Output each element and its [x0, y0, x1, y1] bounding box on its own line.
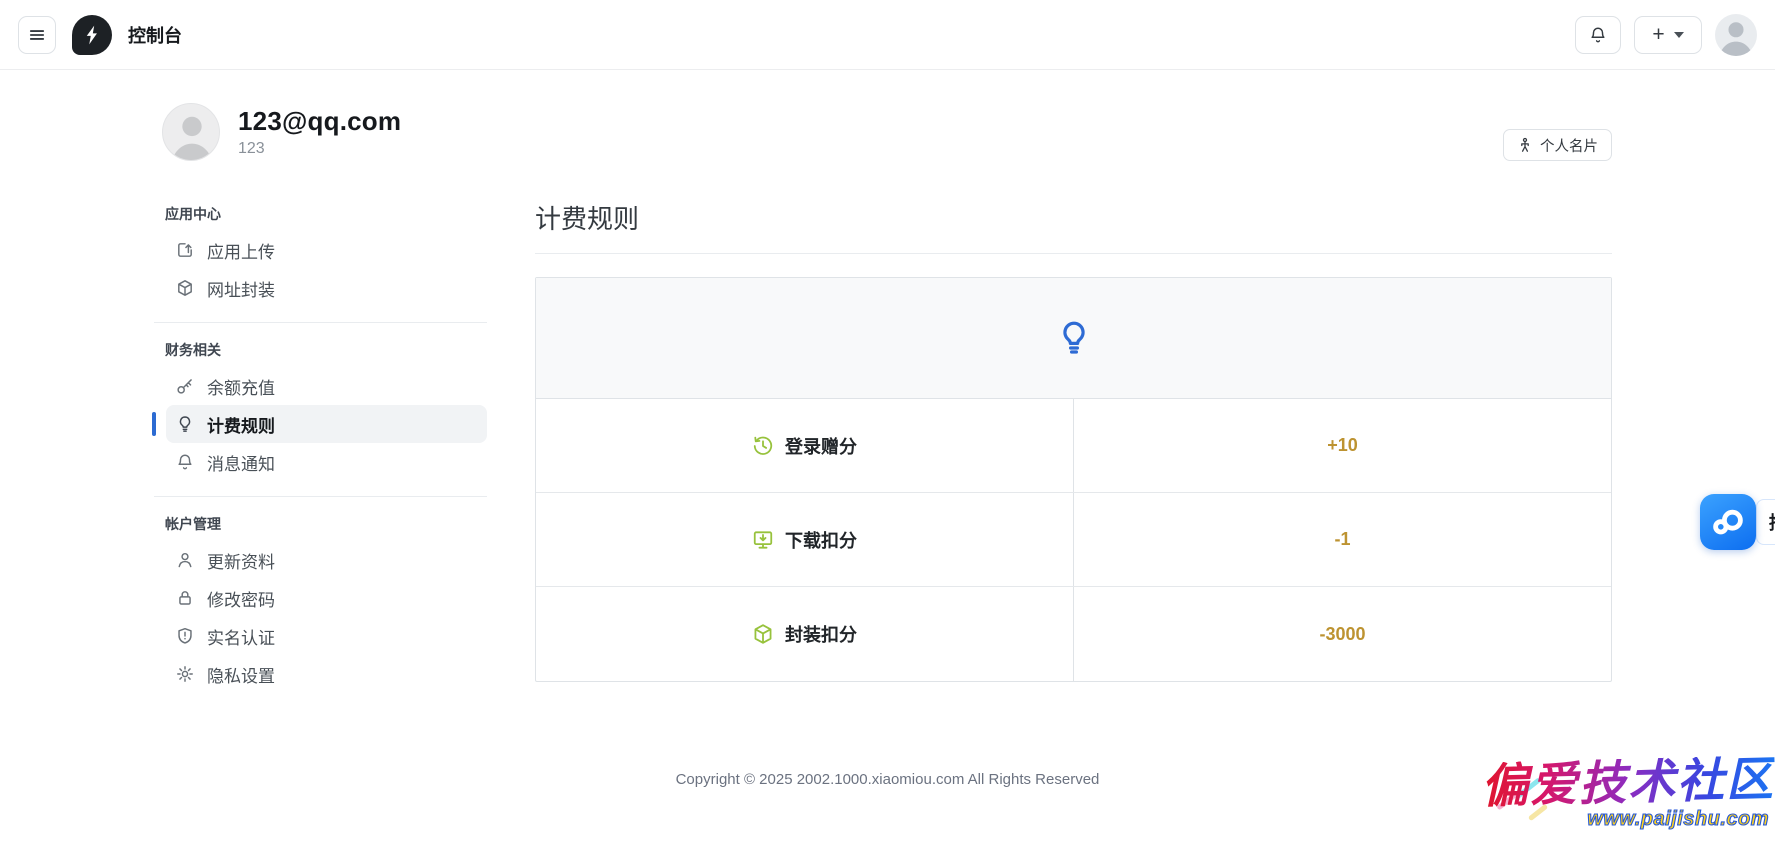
menu-toggle-button[interactable] [18, 16, 56, 54]
main-panel: 计费规则 登录赠分 +10 [535, 204, 1612, 693]
section-title-account: 帐户管理 [165, 514, 487, 534]
rule-label: 登录赠分 [785, 433, 857, 459]
sidebar-item-label: 计费规则 [207, 412, 275, 437]
person-icon [176, 551, 194, 569]
billing-rules-table: 登录赠分 +10 下载扣分 -1 封装扣分 [535, 277, 1612, 682]
sidebar-item-label: 消息通知 [207, 450, 275, 475]
add-button[interactable]: + [1634, 16, 1702, 54]
profile-avatar [162, 103, 220, 161]
sidebar-item-update-profile[interactable]: 更新资料 [166, 541, 487, 579]
bell-icon [176, 453, 194, 471]
console-title: 控制台 [128, 22, 182, 48]
key-icon [176, 377, 194, 395]
personal-card-label: 个人名片 [1540, 135, 1598, 156]
shield-exclamation-icon [176, 627, 194, 645]
sidebar-item-label: 应用上传 [207, 238, 275, 263]
upload-icon [176, 241, 194, 259]
streak-decoration [1528, 804, 1548, 821]
sidebar-item-label: 余额充值 [207, 374, 275, 399]
sidebar-item-balance-recharge[interactable]: 余额充值 [166, 367, 487, 405]
sidebar-divider [154, 496, 487, 497]
title-divider [535, 253, 1612, 254]
profile-header: 123@qq.com 123 个人名片 [162, 103, 1612, 161]
sidebar: 应用中心 应用上传 网址封装 财务相关 余额充值 [154, 204, 487, 693]
sidebar-item-label: 更新资料 [207, 548, 275, 573]
plus-icon: + [1652, 23, 1664, 47]
sidebar-divider [154, 322, 487, 323]
rule-label: 封装扣分 [785, 621, 857, 647]
bell-icon [1589, 26, 1607, 44]
notifications-button[interactable] [1575, 16, 1621, 54]
netdisk-cloud-icon[interactable] [1700, 494, 1756, 550]
sidebar-item-label: 实名认证 [207, 624, 275, 649]
sidebar-item-label: 隐私设置 [207, 662, 275, 687]
cube-icon [176, 279, 194, 297]
section-title-finance: 财务相关 [165, 340, 487, 360]
copyright-footer: Copyright © 2025 2002.1000.xiaomiou.com … [0, 771, 1775, 788]
sidebar-item-app-upload[interactable]: 应用上传 [166, 231, 487, 269]
table-row: 下载扣分 -1 [536, 493, 1611, 587]
watermark-url: www.paijishu.com [1587, 808, 1769, 831]
sidebar-item-real-name-verification[interactable]: 实名认证 [166, 617, 487, 655]
streak-decoration [1496, 791, 1520, 811]
app-logo [72, 15, 112, 55]
topbar-avatar[interactable] [1715, 14, 1757, 56]
page-title: 计费规则 [535, 199, 1612, 236]
profile-email: 123@qq.com [238, 106, 401, 137]
rule-value: -3000 [1074, 587, 1611, 681]
sidebar-item-label: 修改密码 [207, 586, 275, 611]
table-row: 封装扣分 -3000 [536, 587, 1611, 681]
clock-history-icon [752, 435, 774, 457]
sidebar-item-notifications[interactable]: 消息通知 [166, 443, 487, 481]
sidebar-item-label: 网址封装 [207, 276, 275, 301]
netdisk-panel-partial[interactable]: 拖拽 [1756, 499, 1775, 545]
lightbulb-icon [176, 415, 194, 433]
sidebar-item-change-password[interactable]: 修改密码 [166, 579, 487, 617]
sidebar-item-privacy-settings[interactable]: 隐私设置 [166, 655, 487, 693]
rule-label: 下载扣分 [785, 527, 857, 553]
download-screen-icon [752, 529, 774, 551]
cube-icon [752, 623, 774, 645]
hamburger-icon [28, 26, 46, 44]
profile-username: 123 [238, 140, 401, 158]
rule-value: +10 [1074, 399, 1611, 492]
gear-icon [176, 665, 194, 683]
personal-card-button[interactable]: 个人名片 [1503, 129, 1612, 161]
table-header-band [536, 278, 1611, 399]
lightning-bolt-icon [81, 24, 103, 46]
chevron-down-icon [1674, 32, 1684, 38]
rule-value: -1 [1074, 493, 1611, 586]
sidebar-item-url-packaging[interactable]: 网址封装 [166, 269, 487, 307]
sidebar-item-billing-rules[interactable]: 计费规则 [166, 405, 487, 443]
section-title-app-center: 应用中心 [165, 204, 487, 224]
community-watermark: 偏爱技术社区 www.paijishu.com [1457, 759, 1775, 831]
table-row: 登录赠分 +10 [536, 399, 1611, 493]
netdisk-floating-widget[interactable]: 拖拽 [1700, 494, 1775, 550]
lightbulb-icon [1058, 318, 1090, 358]
topbar: 控制台 + [0, 0, 1775, 70]
person-standing-icon [1517, 137, 1533, 153]
lock-icon [176, 589, 194, 607]
